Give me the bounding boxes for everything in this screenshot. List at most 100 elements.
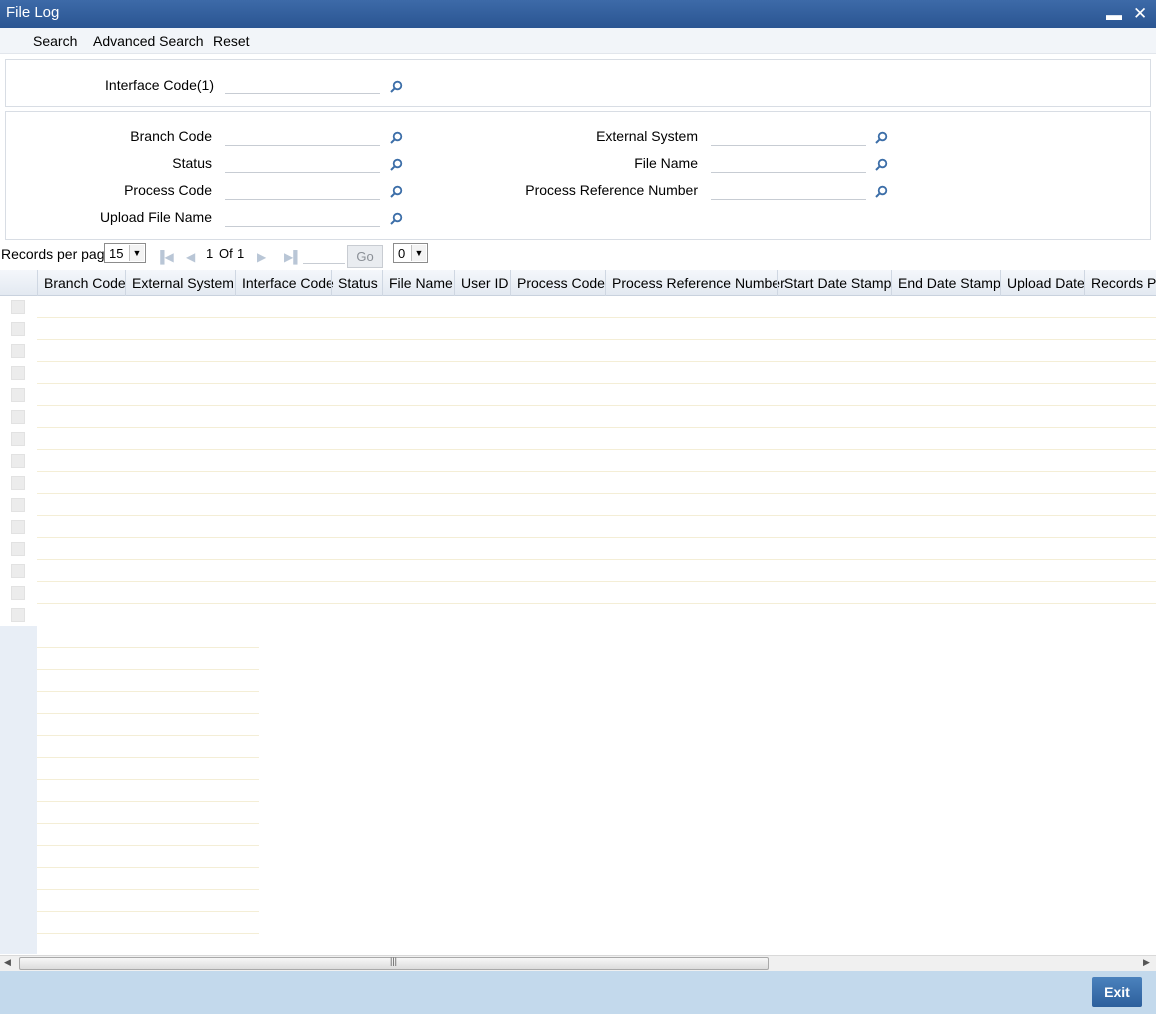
column-header[interactable]: Upload Date (1007, 275, 1085, 291)
column-header[interactable]: Branch Code (44, 275, 126, 291)
row-select-checkbox[interactable] (11, 564, 25, 578)
empty-row (37, 801, 259, 802)
column-header[interactable]: Process Reference Number (612, 275, 785, 291)
file-name-search-icon[interactable] (874, 158, 888, 172)
empty-row (37, 911, 259, 912)
column-header[interactable]: User ID (461, 275, 508, 291)
footer-bar: Exit (0, 971, 1156, 1014)
column-header[interactable]: File Name (389, 275, 453, 291)
row-select-checkbox[interactable] (11, 300, 25, 314)
extra-select[interactable]: 0 ▼ (393, 243, 428, 263)
branch-code-input[interactable] (225, 128, 380, 146)
column-header[interactable]: Start Date Stamp (784, 275, 891, 291)
table-row (37, 449, 1156, 450)
process-reference-number-search-icon[interactable] (874, 185, 888, 199)
external-system-search-icon[interactable] (874, 131, 888, 145)
interface-code-label: Interface Code(1) (105, 77, 214, 93)
close-icon[interactable]: ✕ (1133, 4, 1147, 24)
process-reference-number-input[interactable] (711, 182, 866, 200)
empty-row (37, 867, 259, 868)
records-per-page-select[interactable]: 15 ▼ (104, 243, 146, 263)
row-select-checkbox[interactable] (11, 476, 25, 490)
table-row (37, 515, 1156, 516)
empty-row (37, 647, 259, 648)
row-select-checkbox[interactable] (11, 608, 25, 622)
go-button[interactable]: Go (347, 245, 383, 268)
previous-page-icon[interactable]: ◀ (186, 250, 195, 264)
status-input[interactable] (225, 155, 380, 173)
row-select-checkbox[interactable] (11, 542, 25, 556)
branch-code-label: Branch Code (130, 128, 212, 144)
column-header[interactable]: Records Pr (1091, 275, 1156, 291)
row-header-column (0, 626, 37, 954)
table-row (37, 361, 1156, 362)
file-name-input[interactable] (711, 155, 866, 173)
empty-row (37, 713, 259, 714)
row-select-checkbox[interactable] (11, 344, 25, 358)
scroll-left-icon[interactable]: ◀ (4, 957, 11, 968)
window-title: File Log (6, 4, 60, 21)
file-name-label: File Name (634, 155, 698, 171)
horizontal-scrollbar[interactable]: ◀ ||| ▶ (0, 955, 1156, 971)
total-pages: 1 (237, 246, 245, 261)
table-row (37, 603, 1156, 604)
upload-file-name-search-icon[interactable] (389, 212, 403, 226)
records-per-page-label: Records per page (1, 246, 113, 262)
next-page-icon[interactable]: ▶ (257, 250, 266, 264)
records-per-page-value: 15 (109, 246, 124, 261)
empty-row (37, 735, 259, 736)
search-menu-item[interactable]: Search (33, 33, 77, 49)
table-row (37, 383, 1156, 384)
row-select-checkbox[interactable] (11, 586, 25, 600)
column-header[interactable]: Process Code (517, 275, 605, 291)
grid-header: Branch Code External System Interface Co… (0, 270, 1156, 296)
column-header[interactable]: Status (338, 275, 378, 291)
title-bar: File Log ▬ ✕ (0, 0, 1156, 28)
table-row (37, 559, 1156, 560)
empty-row (37, 779, 259, 780)
column-header[interactable]: External System (132, 275, 234, 291)
scroll-right-icon[interactable]: ▶ (1143, 957, 1150, 968)
table-row (37, 471, 1156, 472)
status-search-icon[interactable] (389, 158, 403, 172)
upload-file-name-label: Upload File Name (99, 209, 212, 225)
row-select-checkbox[interactable] (11, 432, 25, 446)
empty-row (37, 669, 259, 670)
process-code-search-icon[interactable] (389, 185, 403, 199)
advanced-search-menu-item[interactable]: Advanced Search (93, 33, 204, 49)
branch-code-search-icon[interactable] (389, 131, 403, 145)
search-criteria-panel: Branch Code Status Process Code Upload F… (5, 111, 1151, 240)
row-select-checkbox[interactable] (11, 388, 25, 402)
row-select-checkbox[interactable] (11, 498, 25, 512)
interface-code-input[interactable] (225, 76, 380, 94)
external-system-input[interactable] (711, 128, 866, 146)
process-code-input[interactable] (225, 182, 380, 200)
row-select-checkbox[interactable] (11, 520, 25, 534)
interface-code-search-icon[interactable] (389, 80, 403, 94)
last-page-icon[interactable]: ▶▌ (284, 250, 302, 264)
exit-button[interactable]: Exit (1092, 977, 1142, 1007)
file-log-grid: Branch Code External System Interface Co… (0, 270, 1156, 954)
reset-menu-item[interactable]: Reset (213, 33, 250, 49)
process-reference-number-label: Process Reference Number (525, 182, 698, 198)
column-header[interactable]: End Date Stamp (898, 275, 1001, 291)
table-row (37, 537, 1156, 538)
column-header[interactable]: Interface Code (242, 275, 334, 291)
table-row (37, 405, 1156, 406)
chevron-down-icon: ▼ (411, 245, 426, 261)
status-label: Status (172, 155, 212, 171)
empty-row (37, 889, 259, 890)
first-page-icon[interactable]: ▐◀ (156, 250, 174, 264)
table-row (37, 493, 1156, 494)
chevron-down-icon: ▼ (129, 245, 144, 261)
go-to-page-input[interactable] (303, 263, 345, 264)
row-select-checkbox[interactable] (11, 454, 25, 468)
row-select-checkbox[interactable] (11, 410, 25, 424)
minimize-icon[interactable]: ▬ (1106, 7, 1122, 25)
table-row (37, 339, 1156, 340)
upload-file-name-input[interactable] (225, 209, 380, 227)
row-select-checkbox[interactable] (11, 322, 25, 336)
menu-bar: Search Advanced Search Reset (0, 28, 1156, 54)
extra-select-value: 0 (398, 246, 406, 261)
row-select-checkbox[interactable] (11, 366, 25, 380)
